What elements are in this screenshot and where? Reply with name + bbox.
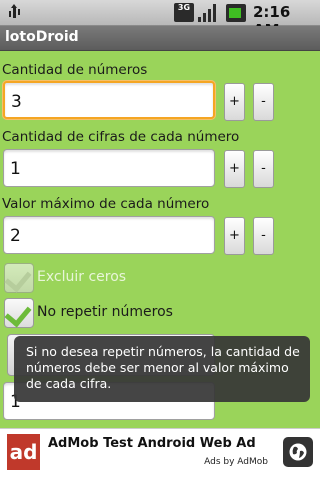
cantidad-cifras-plus-button[interactable]: + (224, 150, 245, 188)
app-title: lotoDroid (5, 29, 79, 45)
cantidad-numeros-input[interactable]: 3 (3, 81, 215, 119)
admob-logo: ad (7, 434, 40, 470)
no-repetir-label: No repetir números (37, 304, 173, 320)
signal-strength-icon (198, 4, 218, 22)
toast-message: Si no desea repetir números, la cantidad… (14, 336, 310, 402)
ad-title[interactable]: AdMob Test Android Web Ad (48, 436, 256, 451)
valor-maximo-input[interactable]: 2 (3, 216, 215, 254)
valor-maximo-minus-button[interactable]: - (253, 217, 274, 255)
cantidad-numeros-plus-button[interactable]: + (224, 83, 245, 121)
excluir-ceros-label: Excluir ceros (37, 269, 127, 285)
cantidad-numeros-minus-button[interactable]: - (253, 83, 274, 121)
cantidad-cifras-input[interactable]: 1 (3, 149, 215, 187)
network-3g-icon: 3G (174, 3, 194, 22)
label-valor-maximo: Valor máximo de cada número (2, 196, 210, 212)
valor-maximo-plus-button[interactable]: + (224, 217, 245, 255)
status-bar: 3G 2:16 AM (0, 0, 320, 39)
ad-banner[interactable]: ad AdMob Test Android Web Ad Ads by AdMo… (0, 428, 320, 481)
cantidad-cifras-minus-button[interactable]: - (253, 150, 274, 188)
check-icon (4, 264, 32, 293)
excluir-ceros-checkbox[interactable] (4, 263, 34, 293)
ad-byline: Ads by AdMob (204, 457, 268, 467)
globe-icon[interactable] (283, 437, 313, 467)
label-cantidad-numeros: Cantidad de números (2, 62, 148, 78)
usb-icon (8, 4, 21, 20)
label-cantidad-cifras: Cantidad de cifras de cada número (2, 129, 240, 145)
check-icon (4, 299, 32, 328)
battery-icon (226, 4, 246, 22)
no-repetir-checkbox[interactable] (4, 298, 34, 328)
title-bar: lotoDroid (0, 26, 320, 51)
